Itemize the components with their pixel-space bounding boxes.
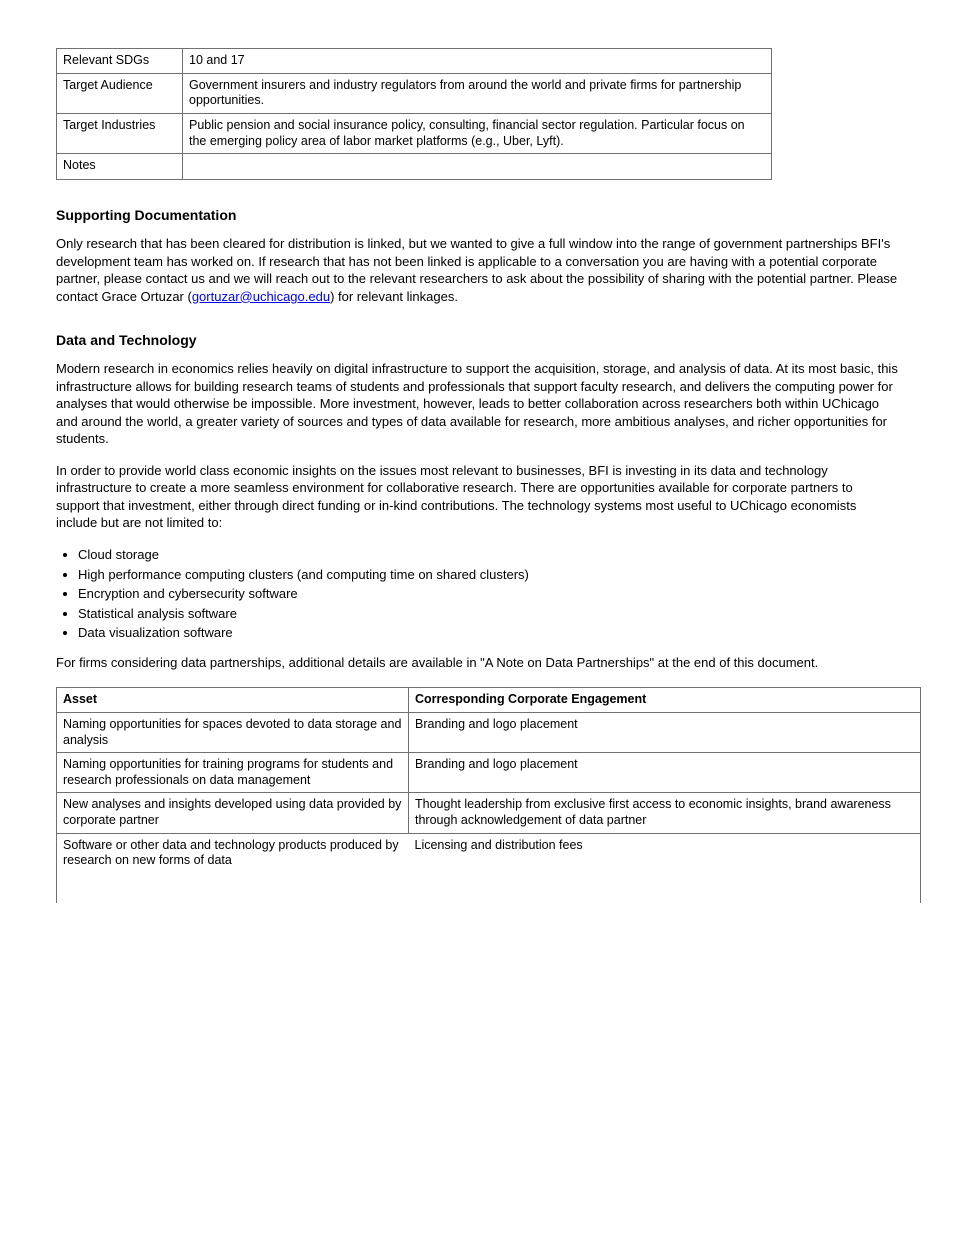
list-item: Statistical analysis software [78, 605, 898, 623]
cell-value: 10 and 17 [183, 49, 772, 74]
text: ) for relevant linkages. [330, 289, 458, 304]
cell-asset: Naming opportunities for spaces devoted … [57, 712, 409, 752]
cell-label: Notes [57, 154, 183, 180]
list-item: High performance computing clusters (and… [78, 566, 898, 584]
section-supporting-docs: Supporting Documentation Only research t… [56, 206, 898, 305]
table-row: New analyses and insights developed usin… [57, 793, 921, 833]
para-data-tech-2: In order to provide world class economic… [56, 462, 898, 532]
list-item: Encryption and cybersecurity software [78, 585, 898, 603]
cell-value [183, 154, 772, 180]
heading-supporting-docs: Supporting Documentation [56, 206, 898, 225]
table-assets-engagement: Asset Corresponding Corporate Engagement… [56, 687, 921, 903]
page: { "table1": { "rows": [ { "col1": "Relev… [0, 0, 954, 1235]
cell-asset: New analyses and insights developed usin… [57, 793, 409, 833]
cell-value: Public pension and social insurance poli… [183, 113, 772, 153]
table-header-row: Asset Corresponding Corporate Engagement [57, 688, 921, 713]
email-link[interactable]: gortuzar@uchicago.edu [192, 289, 330, 304]
table-sdg-info: Relevant SDGs 10 and 17 Target Audience … [56, 48, 772, 180]
cell-engagement: Branding and logo placement [409, 712, 921, 752]
cell-asset: Naming opportunities for training progra… [57, 753, 409, 793]
cell-engagement: Thought leadership from exclusive first … [409, 793, 921, 833]
cell-asset: Software or other data and technology pr… [57, 833, 409, 903]
table-row: Target Audience Government insurers and … [57, 73, 772, 113]
list-item: Cloud storage [78, 546, 898, 564]
table-row: Target Industries Public pension and soc… [57, 113, 772, 153]
cell-engagement: Licensing and distribution fees [409, 833, 921, 903]
para-data-tech-3: For firms considering data partnerships,… [56, 654, 898, 672]
col-header-asset: Asset [57, 688, 409, 713]
para-supporting-docs: Only research that has been cleared for … [56, 235, 898, 305]
section-data-tech: Data and Technology Modern research in e… [56, 331, 898, 671]
table-row: Notes [57, 154, 772, 180]
table-row: Naming opportunities for training progra… [57, 753, 921, 793]
list-item: Data visualization software [78, 624, 898, 642]
para-data-tech-1: Modern research in economics relies heav… [56, 360, 898, 448]
heading-data-tech: Data and Technology [56, 331, 898, 350]
table-row: Relevant SDGs 10 and 17 [57, 49, 772, 74]
cell-label: Relevant SDGs [57, 49, 183, 74]
table-row: Software or other data and technology pr… [57, 833, 921, 903]
col-header-engagement: Corresponding Corporate Engagement [409, 688, 921, 713]
list-tech-systems: Cloud storage High performance computing… [78, 546, 898, 642]
cell-value: Government insurers and industry regulat… [183, 73, 772, 113]
text: Only research that has been cleared for … [56, 236, 897, 304]
table-row: Naming opportunities for spaces devoted … [57, 712, 921, 752]
cell-engagement: Branding and logo placement [409, 753, 921, 793]
cell-label: Target Industries [57, 113, 183, 153]
cell-label: Target Audience [57, 73, 183, 113]
